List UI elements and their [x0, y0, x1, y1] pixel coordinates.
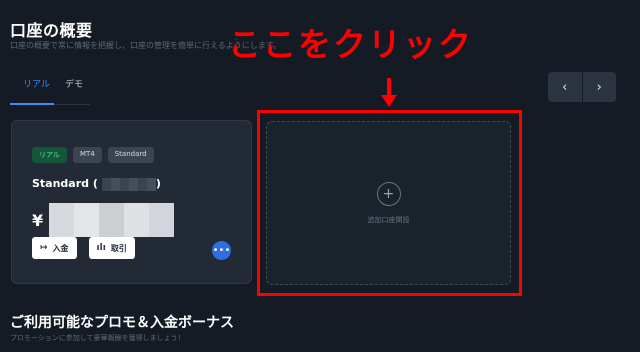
deposit-button[interactable]: ↦ 入金	[32, 237, 77, 259]
account-name-suffix: )	[155, 177, 161, 190]
plus-icon: +	[376, 181, 401, 206]
page-title: 口座の概要	[10, 21, 93, 40]
card-actions: ↦ 入金 ılı 取引	[32, 237, 135, 259]
account-balance: ¥	[32, 203, 175, 237]
redacted-account-number	[101, 177, 156, 191]
account-badges: リアル MT4 Standard	[32, 147, 154, 163]
arrow-down-icon	[381, 78, 397, 107]
trade-button[interactable]: ılı 取引	[88, 237, 135, 259]
promo-title: ご利用可能なプロモ＆入金ボーナス	[10, 315, 234, 331]
more-options-button[interactable]: •••	[212, 241, 231, 260]
trade-label: 取引	[110, 243, 127, 253]
annotation-text: ここをクリック	[228, 25, 473, 64]
active-tab-indicator	[10, 103, 54, 105]
currency-symbol: ¥	[32, 210, 44, 230]
add-account-card[interactable]: + 追加口座開設	[266, 121, 511, 285]
carousel-nav: ‹ ›	[548, 72, 616, 102]
chevron-right-icon: ›	[596, 79, 602, 95]
badge-platform: MT4	[72, 147, 102, 163]
chevron-left-icon: ‹	[562, 79, 568, 95]
more-icon: •••	[212, 245, 231, 256]
account-name-prefix: Standard (	[32, 177, 98, 190]
deposit-label: 入金	[52, 243, 69, 253]
badge-account-type: リアル	[32, 147, 67, 163]
promo-subtitle: プロモーションに参加して豪華報酬を獲得しましょう！	[10, 334, 185, 342]
account-type-tabs: リアル デモ	[10, 70, 90, 105]
next-button[interactable]: ›	[581, 72, 617, 102]
account-card: リアル MT4 Standard Standard () ¥ ↦ 入金 ılı …	[11, 120, 252, 284]
account-name: Standard ()	[32, 177, 161, 191]
badge-account-class: Standard	[107, 147, 154, 163]
add-account-label: 追加口座開設	[367, 215, 410, 224]
tab-demo[interactable]: デモ	[65, 77, 83, 90]
chart-icon: ılı	[96, 243, 106, 253]
prev-button[interactable]: ‹	[548, 72, 582, 102]
tab-real[interactable]: リアル	[23, 77, 50, 90]
deposit-icon: ↦	[40, 243, 48, 253]
redacted-balance	[49, 203, 175, 237]
